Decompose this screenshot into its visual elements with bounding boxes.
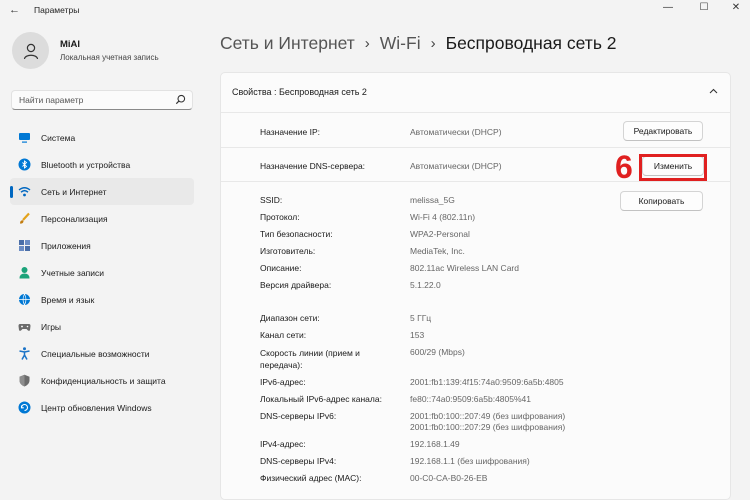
property-label: Скорость линии (прием и передача): xyxy=(260,348,360,370)
property-label: Канал сети: xyxy=(260,330,307,340)
properties-header[interactable]: Свойства : Беспроводная сеть 2 xyxy=(221,73,730,113)
property-label: Протокол: xyxy=(260,212,300,222)
property-value: 600/29 (Mbps) xyxy=(410,347,465,357)
property-label: SSID: xyxy=(260,195,283,205)
property-label: Описание: xyxy=(260,263,302,273)
sidebar-item-gaming[interactable]: Игры xyxy=(10,313,194,340)
property-label: Версия драйвера: xyxy=(260,280,332,290)
property-value: WPA2-Personal xyxy=(410,229,470,239)
title-bar: ← Параметры — ☐ ✕ xyxy=(0,0,750,20)
breadcrumb-separator: › xyxy=(364,35,370,52)
dns-assignment-label: Назначение DNS-сервера: xyxy=(260,161,366,171)
breadcrumb: Сеть и Интернет › Wi-Fi › Беспроводная с… xyxy=(220,33,617,54)
edit-ip-button[interactable]: Редактировать xyxy=(623,121,703,141)
monitor-icon xyxy=(18,131,31,144)
property-value: 192.168.1.49 xyxy=(410,439,460,449)
account-type: Локальная учетная запись xyxy=(60,53,159,62)
sidebar-nav: Система Bluetooth и устройства Сеть и Ин… xyxy=(10,124,194,421)
sidebar-item-network[interactable]: Сеть и Интернет xyxy=(10,178,194,205)
property-value: 5.1.22.0 xyxy=(410,280,441,290)
properties-card: Свойства : Беспроводная сеть 2 Назначени… xyxy=(220,72,731,500)
breadcrumb-separator: › xyxy=(430,35,436,52)
chevron-up-icon[interactable] xyxy=(708,86,719,99)
highlight-box xyxy=(639,154,707,181)
sidebar-item-accounts[interactable]: Учетные записи xyxy=(10,259,194,286)
search-icon[interactable] xyxy=(175,94,186,107)
property-value: MediaTek, Inc. xyxy=(410,246,465,256)
ip-assignment-label: Назначение IP: xyxy=(260,127,320,137)
sidebar-item-personalization[interactable]: Персонализация xyxy=(10,205,194,232)
window-title: Параметры xyxy=(34,5,80,15)
apps-icon xyxy=(18,239,31,252)
sidebar-item-label: Bluetooth и устройства xyxy=(41,159,131,170)
sidebar-item-label: Время и язык xyxy=(41,294,95,305)
step-number-annotation: 6 xyxy=(615,149,633,185)
sidebar-item-system[interactable]: Система xyxy=(10,124,194,151)
back-button[interactable]: ← xyxy=(9,4,20,16)
page-title: Беспроводная сеть 2 xyxy=(445,33,617,53)
property-label: Локальный IPv6-адрес канала: xyxy=(260,394,382,404)
accessibility-icon xyxy=(18,347,31,360)
bluetooth-icon xyxy=(18,158,31,171)
sidebar-item-label: Приложения xyxy=(41,240,91,251)
sidebar-item-label: Специальные возможности xyxy=(41,348,150,359)
sidebar-item-apps[interactable]: Приложения xyxy=(10,232,194,259)
property-label: DNS-серверы IPv4: xyxy=(260,456,337,466)
property-value: 2001:fb1:139:4f15:74a0:9509:6a5b:4805 xyxy=(410,377,564,387)
sidebar-item-windows-update[interactable]: Центр обновления Windows xyxy=(10,394,194,421)
property-label: Физический адрес (MAC): xyxy=(260,473,362,483)
search-placeholder: Найти параметр xyxy=(19,95,84,105)
sidebar-item-accessibility[interactable]: Специальные возможности xyxy=(10,340,194,367)
sidebar-item-time-language[interactable]: Время и язык xyxy=(10,286,194,313)
property-value: 5 ГГц xyxy=(410,313,432,323)
shield-icon xyxy=(18,374,31,387)
search-input[interactable]: Найти параметр xyxy=(11,90,193,110)
property-value: fe80::74a0:9509:6a5b:4805%41 xyxy=(410,394,532,404)
ip-assignment-value: Автоматически (DHCP) xyxy=(410,127,502,137)
sidebar-item-label: Персонализация xyxy=(41,213,108,224)
brush-icon xyxy=(18,212,31,225)
user-name: MiAl xyxy=(60,39,81,50)
breadcrumb-network[interactable]: Сеть и Интернет xyxy=(220,33,355,54)
minimize-button[interactable]: — xyxy=(654,0,682,14)
property-value: 2001:fb0:100::207:49 (без шифрования) 20… xyxy=(410,411,566,432)
user-profile[interactable]: MiAl Локальная учетная запись xyxy=(12,32,159,69)
property-label: DNS-серверы IPv6: xyxy=(260,411,337,421)
property-label: Тип безопасности: xyxy=(260,229,333,239)
sidebar-item-label: Система xyxy=(41,132,76,143)
property-label: Изготовитель: xyxy=(260,246,316,256)
person-icon xyxy=(18,266,31,279)
update-icon xyxy=(18,401,31,414)
property-value: 192.168.1.1 (без шифрования) xyxy=(410,456,530,466)
sidebar-item-label: Центр обновления Windows xyxy=(41,402,152,413)
avatar xyxy=(12,32,49,69)
ip-assignment-row: Назначение IP: Автоматически (DHCP) Реда… xyxy=(221,115,730,148)
property-label: IPv6-адрес: xyxy=(260,377,306,387)
close-button[interactable]: ✕ xyxy=(722,0,750,14)
gamepad-icon xyxy=(18,320,31,333)
sidebar-item-label: Сеть и Интернет xyxy=(41,186,107,197)
maximize-button[interactable]: ☐ xyxy=(690,0,718,14)
property-value: melissa_5G xyxy=(410,195,455,205)
dns-assignment-value: Автоматически (DHCP) xyxy=(410,161,502,171)
wifi-icon xyxy=(18,185,31,198)
sidebar-item-label: Конфиденциальность и защита xyxy=(41,375,166,386)
sidebar-item-label: Игры xyxy=(41,321,62,332)
globe-icon xyxy=(18,293,31,306)
sidebar-item-bluetooth[interactable]: Bluetooth и устройства xyxy=(10,151,194,178)
property-value: 802.11ac Wireless LAN Card xyxy=(410,263,519,273)
property-value: Wi-Fi 4 (802.11n) xyxy=(410,212,476,222)
sidebar-item-label: Учетные записи xyxy=(41,267,105,278)
properties-title: Свойства : Беспроводная сеть 2 xyxy=(232,87,367,97)
property-value: 00-C0-CA-B0-26-EB xyxy=(410,473,488,483)
user-icon xyxy=(23,43,38,59)
sidebar-item-privacy[interactable]: Конфиденциальность и защита xyxy=(10,367,194,394)
property-label: IPv4-адрес: xyxy=(260,439,306,449)
property-label: Диапазон сети: xyxy=(260,313,320,323)
breadcrumb-wifi[interactable]: Wi-Fi xyxy=(380,33,421,54)
property-value: 153 xyxy=(410,330,425,340)
copy-button[interactable]: Копировать xyxy=(620,191,703,211)
